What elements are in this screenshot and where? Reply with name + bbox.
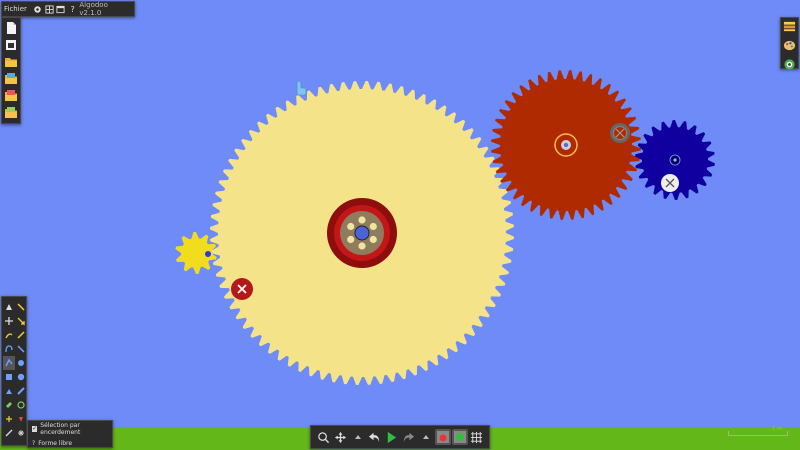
file-menu[interactable]: Fichier <box>4 5 27 13</box>
free-shape-option[interactable]: ? Forme libre <box>32 440 112 447</box>
blue-gear-axle[interactable] <box>669 154 681 166</box>
red-gear-axle[interactable] <box>554 133 578 157</box>
tool-options-panel: ✓ Sélection par encerdement ? Forme libr… <box>27 420 113 448</box>
tools-palette <box>1 296 27 446</box>
select-checkbox[interactable]: ✓ <box>32 425 38 432</box>
play-icon[interactable] <box>384 429 400 445</box>
air-friction-icon[interactable] <box>451 429 468 445</box>
move-tool[interactable] <box>3 314 15 328</box>
cut-tool[interactable] <box>3 328 15 342</box>
hinge-icon[interactable] <box>610 123 630 143</box>
hinge-marker-icon[interactable] <box>661 174 679 192</box>
brush-tool[interactable] <box>3 370 15 384</box>
pan-icon[interactable] <box>333 429 349 445</box>
speed-up-icon[interactable] <box>350 429 366 445</box>
big-gear-hub[interactable] <box>327 198 397 268</box>
right-toolbar <box>780 17 799 70</box>
gear-tool[interactable] <box>15 384 27 398</box>
polygon-tool[interactable] <box>15 356 27 370</box>
simulation-canvas[interactable] <box>0 0 800 450</box>
zoom-icon[interactable] <box>783 56 796 75</box>
drag-tool[interactable] <box>3 300 15 314</box>
chain-tool[interactable] <box>3 384 15 398</box>
open-folder-icon[interactable] <box>4 54 18 68</box>
palette-icon[interactable] <box>783 37 796 56</box>
main-menu-bar: Fichier ? Algodoo v2.1.0 <box>1 1 135 17</box>
simulation-toolbar <box>310 425 490 449</box>
speed-down-icon[interactable] <box>418 429 434 445</box>
hub-hole <box>347 235 355 244</box>
fixate-tool[interactable] <box>3 398 15 412</box>
hub-hole <box>358 216 366 224</box>
hub-hole <box>369 235 377 244</box>
free-shape-label: Forme libre <box>38 439 73 447</box>
open-shared-icon[interactable] <box>4 71 18 85</box>
help-icon[interactable]: ? <box>68 4 78 14</box>
sketch-tool[interactable] <box>15 328 27 342</box>
spring-tool[interactable] <box>3 342 15 356</box>
layers-icon[interactable] <box>783 18 796 37</box>
plane-tool[interactable] <box>15 370 27 384</box>
hub-hole <box>358 242 366 250</box>
save-scene-icon[interactable] <box>4 88 18 102</box>
grid-toggle-icon[interactable] <box>469 429 485 445</box>
small-gear-axle[interactable] <box>205 251 211 257</box>
version-label: Algodoo v2.1.0 <box>79 1 108 17</box>
hub-hole <box>347 222 355 231</box>
save-as-icon[interactable] <box>4 105 18 119</box>
tracer-tool[interactable] <box>3 412 15 426</box>
hinge-tool[interactable] <box>15 398 27 412</box>
laser-tool[interactable] <box>3 426 15 440</box>
circle-tool[interactable] <box>3 356 15 370</box>
hub-hole <box>369 222 377 231</box>
thruster-tool[interactable] <box>15 412 27 426</box>
scale-bar: 1 m <box>728 426 788 437</box>
redo-icon[interactable] <box>401 429 417 445</box>
settings-tool[interactable] <box>15 426 27 440</box>
gear-icon[interactable] <box>33 4 43 14</box>
scale-label: 1 m <box>772 426 782 432</box>
scale-tool[interactable] <box>15 314 27 328</box>
gravity-icon[interactable] <box>434 429 451 445</box>
file-toolbar <box>1 17 21 124</box>
new-scene-icon[interactable] <box>4 20 18 34</box>
grid-icon[interactable] <box>45 4 55 14</box>
scene-browser-icon[interactable] <box>4 37 18 51</box>
select-label: Sélection par encerdement <box>40 421 81 436</box>
undo-icon[interactable] <box>367 429 383 445</box>
rotate-tool[interactable] <box>15 300 27 314</box>
select-option[interactable]: ✓ Sélection par encerdement <box>32 422 112 436</box>
window-icon[interactable] <box>56 4 66 14</box>
zoom-fit-icon[interactable] <box>316 429 332 445</box>
free-shape-help-icon: ? <box>32 439 36 447</box>
box-tool[interactable] <box>15 342 27 356</box>
fixate-marker-icon[interactable] <box>231 278 253 300</box>
